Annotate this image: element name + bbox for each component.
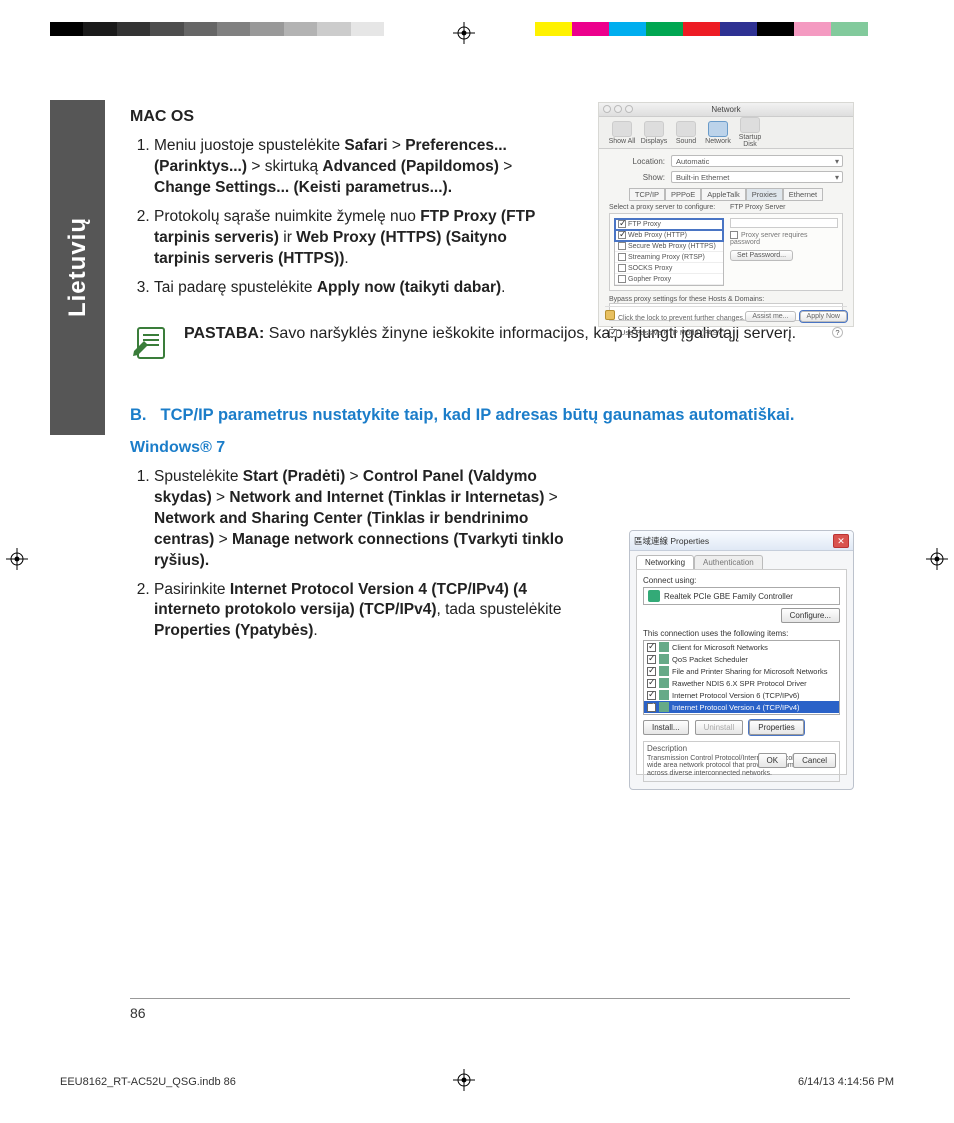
windows7-heading: Windows® 7 bbox=[130, 439, 849, 457]
install-button[interactable]: Install... bbox=[643, 720, 689, 735]
print-footer: EEU8162_RT-AC52U_QSG.indb 86 6/14/13 4:1… bbox=[60, 1076, 894, 1088]
registration-mark-icon bbox=[453, 22, 475, 44]
properties-button[interactable]: Properties bbox=[749, 720, 803, 735]
language-tab: Lietuvių bbox=[50, 100, 105, 435]
assist-button[interactable]: Assist me... bbox=[745, 311, 795, 322]
close-icon[interactable]: ✕ bbox=[833, 534, 849, 548]
print-timestamp: 6/14/13 4:14:56 PM bbox=[798, 1076, 894, 1088]
protocol-list[interactable]: Client for Microsoft Networks QoS Packet… bbox=[643, 640, 840, 715]
note-icon bbox=[130, 323, 170, 363]
page-content: Lietuvių MAC OS Meniu juostoje spustelėk… bbox=[50, 100, 849, 1053]
windows-screenshot: 區域連線 Properties ✕ Networking Authenticat… bbox=[629, 530, 854, 790]
mac-toolbar: Show All Displays Sound Network Startup … bbox=[599, 117, 853, 149]
mac-proxy-list: FTP Proxy Web Proxy (HTTP) Secure Web Pr… bbox=[614, 218, 724, 286]
windows-step-1: Spustelėkite Start (Pradėti) > Control P… bbox=[154, 467, 590, 572]
print-color-bar-right bbox=[498, 22, 868, 36]
apply-now-button[interactable]: Apply Now bbox=[800, 311, 847, 322]
windows-step-2: Pasirinkite Internet Protocol Version 4 … bbox=[154, 580, 590, 643]
mac-titlebar: Network bbox=[599, 103, 853, 117]
page-number: 86 bbox=[130, 998, 850, 1021]
cancel-button[interactable]: Cancel bbox=[793, 753, 836, 768]
uninstall-button: Uninstall bbox=[695, 720, 744, 735]
lock-icon bbox=[605, 310, 615, 320]
registration-mark-icon bbox=[926, 548, 948, 570]
macos-step-2: Protokolų sąraše nuimkite žymelę nuo FTP… bbox=[154, 207, 560, 270]
windows-steps: Spustelėkite Start (Pradėti) > Control P… bbox=[130, 467, 590, 642]
print-color-bar-left bbox=[50, 22, 384, 36]
section-b-heading: B. TCP/IP parametrus nustatykite taip, k… bbox=[130, 405, 849, 426]
language-label: Lietuvių bbox=[64, 217, 92, 317]
registration-mark-icon bbox=[6, 548, 28, 570]
macos-step-3: Tai padarę spustelėkite Apply now (taiky… bbox=[154, 278, 560, 299]
macos-steps: Meniu juostoje spustelėkite Safari > Pre… bbox=[130, 136, 560, 298]
note-label: PASTABA: bbox=[184, 325, 264, 342]
macos-screenshot: Network Show All Displays Sound Network … bbox=[598, 102, 854, 327]
macos-step-1: Meniu juostoje spustelėkite Safari > Pre… bbox=[154, 136, 560, 199]
ok-button[interactable]: OK bbox=[758, 753, 788, 768]
print-file-name: EEU8162_RT-AC52U_QSG.indb 86 bbox=[60, 1076, 236, 1088]
configure-button[interactable]: Configure... bbox=[781, 608, 840, 623]
